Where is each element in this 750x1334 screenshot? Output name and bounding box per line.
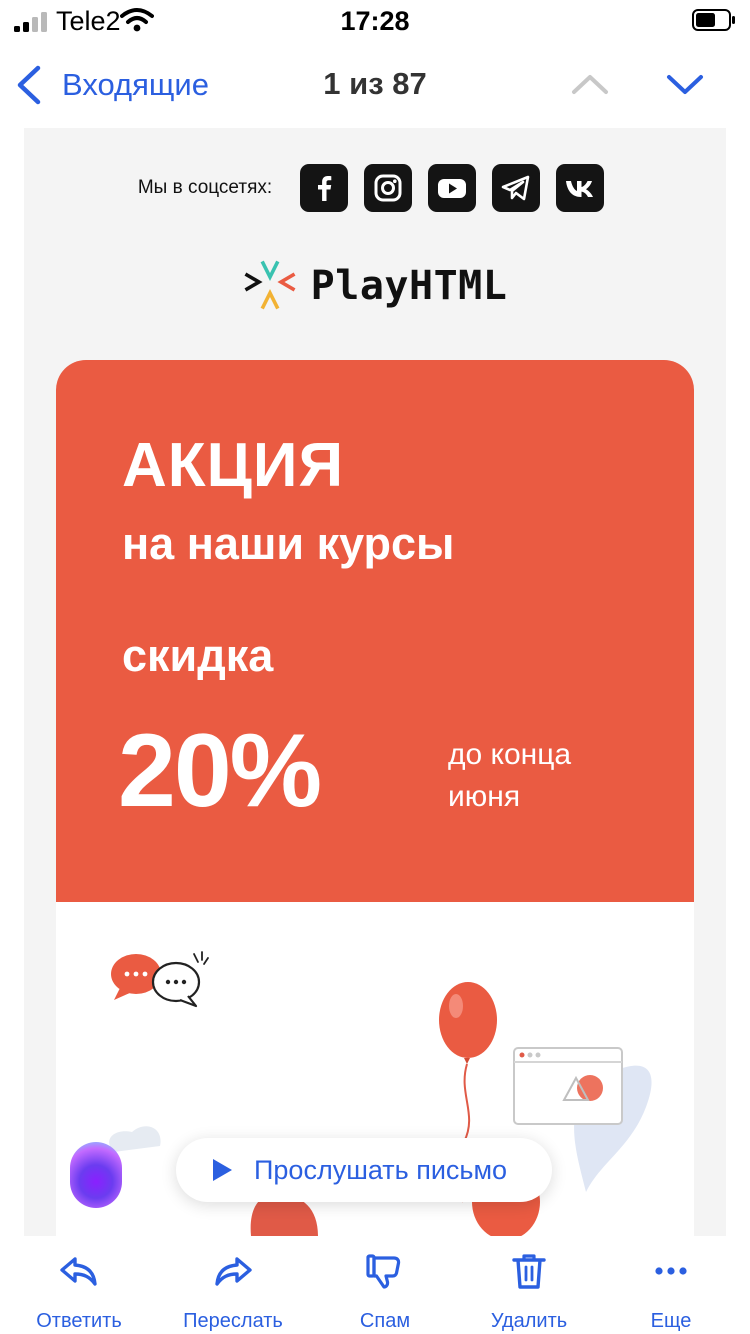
reply-label: Ответить [36,1310,122,1332]
social-label: Мы в соцсетях: [137,177,273,198]
discount-label: скидка [122,630,274,681]
delete-label: Удалить [490,1310,568,1332]
promo-banner[interactable]: АКЦИЯ на наши курсы скидка 20% до конца … [56,360,694,902]
reply-button[interactable]: Ответить [4,1250,154,1334]
discount-value: 20% [118,713,322,829]
chevron-left-icon [17,65,41,105]
forward-icon [215,1257,252,1286]
trash-icon [512,1254,546,1289]
more-label: Еще [650,1310,692,1332]
brand-name: PlayHTML [310,263,508,309]
play-icon [213,1159,232,1181]
reply-icon [60,1257,97,1286]
social-links: Мы в соцсетях: [24,162,726,214]
promo-title: АКЦИЯ [122,431,345,500]
spam-label: Спам [359,1310,411,1332]
playhtml-logo-icon [244,260,296,310]
chevron-down-icon [667,75,703,94]
chevron-up-icon [572,75,608,94]
spam-button[interactable]: Спам [310,1250,460,1334]
promo-subtitle: на наши курсы [122,518,455,569]
previous-message-button[interactable] [568,64,612,104]
battery-icon [692,9,735,31]
next-message-button[interactable] [663,64,707,104]
forward-label: Переслать [183,1310,283,1332]
voice-assistant-avatar[interactable] [70,1142,122,1208]
brand-logo: PlayHTML [24,258,726,314]
email-body: Мы в соцсетях: PlayHTML АКЦИЯ на наши ку… [24,128,726,1236]
status-bar: Tele2 17:28 [0,0,750,44]
back-label: Входящие [62,67,209,102]
listen-letter-button[interactable]: Прослушать письмо [176,1138,552,1202]
more-button[interactable]: Еще [596,1250,746,1334]
status-time: 17:28 [340,6,410,36]
bottom-toolbar: Ответить Переслать Спам Удалить Еще [0,1236,750,1334]
facebook-icon[interactable] [300,164,349,212]
delete-button[interactable]: Удалить [454,1250,604,1334]
vk-icon[interactable] [556,164,605,212]
instagram-icon[interactable] [364,164,413,212]
more-icon [655,1267,687,1275]
youtube-icon[interactable] [428,164,477,212]
thumbs-down-icon [366,1254,401,1289]
promo-deadline: до конца июня [448,738,572,813]
forward-button[interactable]: Переслать [158,1250,308,1334]
mail-navigation-bar: Входящие 1 из 87 [0,50,750,120]
telegram-icon[interactable] [492,164,541,212]
listen-label: Прослушать письмо [254,1154,508,1185]
back-to-inbox-button[interactable]: Входящие [14,62,209,108]
